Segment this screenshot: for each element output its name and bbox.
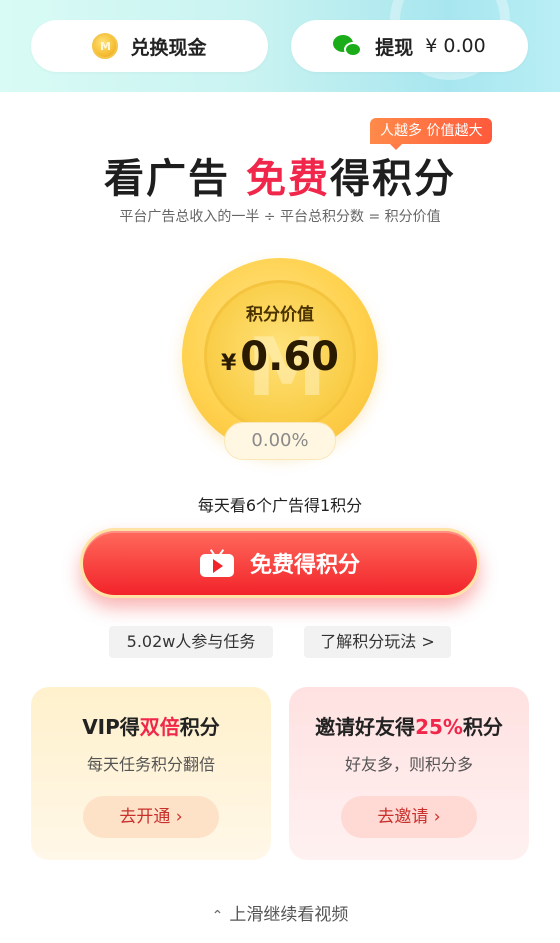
page-title: 看广告 免费得积分 [0, 146, 560, 204]
invite-card: 邀请好友得25%积分 好友多，则积分多 去邀请 › [289, 687, 529, 860]
coin-icon: M [92, 33, 119, 59]
withdraw-button[interactable]: 提现 ¥ 0.00 [291, 20, 528, 72]
coin-label: 积分价值 [246, 305, 314, 325]
currency-symbol: ¥ [220, 351, 237, 376]
invite-title-prefix: 邀请好友得 [315, 715, 416, 739]
vip-title-prefix: VIP得 [82, 715, 140, 739]
participants-count: 5.02w人参与任务 [109, 626, 273, 658]
points-value: 0.60 [240, 334, 339, 380]
vip-title-highlight: 双倍 [139, 715, 180, 739]
wechat-icon [333, 33, 363, 59]
title-highlight: 免费 [245, 156, 330, 202]
tv-play-icon [199, 549, 234, 577]
popularity-tag: 人越多 价值越大 [370, 118, 493, 150]
learn-points-link[interactable]: 了解积分玩法 > [304, 626, 451, 658]
invite-card-desc: 好友多，则积分多 [344, 755, 473, 774]
swipe-up-hint[interactable]: ⌃ 上滑继续看视频 [0, 900, 560, 925]
top-banner: M 兑换现金 提现 ¥ 0.00 [0, 0, 560, 92]
change-percent-badge: 0.00% [224, 422, 336, 460]
invite-button[interactable]: 去邀请 › [341, 796, 477, 838]
task-subtitle: 每天看6个广告得1积分 [197, 496, 363, 515]
points-formula: 平台广告总收入的一半 ÷ 平台总积分数 = 积分价值 [119, 209, 441, 225]
vip-card-title: VIP得双倍积分 [31, 711, 271, 740]
title-part2: 得积分 [329, 156, 456, 202]
vip-card: VIP得双倍积分 每天任务积分翻倍 去开通 › [31, 687, 271, 860]
exchange-cash-button[interactable]: M 兑换现金 [31, 20, 268, 72]
withdraw-amount: ¥ 0.00 [425, 35, 486, 57]
invite-title-highlight: 25% [415, 715, 463, 739]
title-part1: 看广告 [104, 156, 246, 202]
invite-card-title: 邀请好友得25%积分 [289, 711, 529, 740]
vip-open-button[interactable]: 去开通 › [83, 796, 219, 838]
exchange-cash-label: 兑换现金 [130, 36, 207, 59]
free-points-button[interactable]: 免费得积分 [80, 528, 480, 598]
coin-value: ¥0.60 [182, 334, 378, 380]
invite-title-suffix: 积分 [462, 715, 503, 739]
vip-title-suffix: 积分 [179, 715, 220, 739]
swipe-hint-text: 上滑继续看视频 [229, 905, 349, 925]
withdraw-label: 提现 [375, 36, 414, 59]
vip-card-desc: 每天任务积分翻倍 [86, 755, 215, 774]
free-points-label: 免费得积分 [249, 553, 360, 578]
double-chevron-up-icon: ⌃ [211, 908, 224, 924]
